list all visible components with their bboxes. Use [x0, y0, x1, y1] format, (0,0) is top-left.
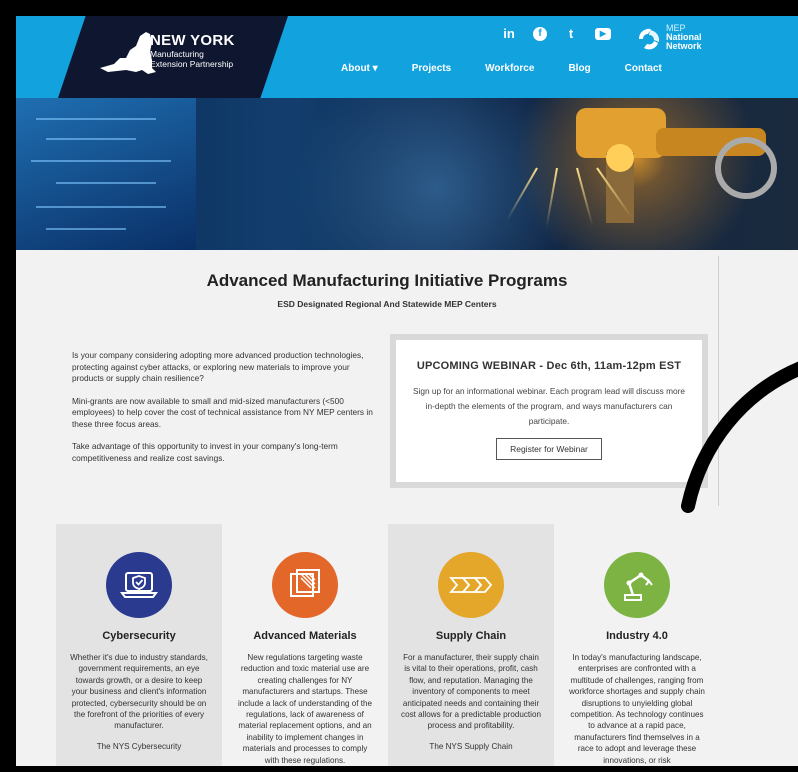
card-cybersecurity[interactable]: Cybersecurity Whether it's due to indust… — [56, 524, 222, 766]
social-links: in f t ▶ — [500, 26, 611, 41]
card-title: Supply Chain — [435, 630, 507, 642]
page-title: Advanced Manufacturing Initiative Progra… — [206, 271, 568, 290]
card-icon-circle — [106, 552, 172, 618]
nav-blog[interactable]: Blog — [568, 63, 590, 74]
card-text: New regulations targeting waste reductio… — [237, 653, 373, 765]
card-icon-circle — [438, 552, 504, 618]
intro-paragraph: Take advantage of this opportunity to in… — [72, 441, 338, 463]
mep-national-network-logo[interactable]: MEP National Network — [636, 24, 716, 54]
card-title: Cybersecurity — [102, 630, 176, 642]
facebook-icon[interactable]: f — [533, 27, 547, 41]
card-title: Advanced Materials — [253, 630, 357, 642]
laptop-shield-icon — [120, 572, 158, 598]
hero-robot-graphic — [576, 108, 777, 223]
arrows-icon — [449, 577, 493, 593]
card-supply-chain[interactable]: Supply Chain For a manufacturer, their s… — [388, 524, 554, 766]
register-webinar-button[interactable]: Register for Webinar — [496, 438, 602, 460]
card-industry-4[interactable]: Industry 4.0 In today's manufacturing la… — [554, 524, 720, 766]
brand-subtitle-line1: Manufacturing — [150, 49, 204, 59]
linkedin-icon[interactable]: in — [500, 26, 518, 41]
main-nav: About ▾ Projects Workforce Blog Contact — [341, 63, 662, 74]
card-text: In today's manufacturing landscape, ente… — [569, 653, 705, 765]
robot-arm-icon — [624, 572, 653, 601]
nav-projects[interactable]: Projects — [412, 63, 451, 74]
new-york-state-icon[interactable] — [96, 28, 158, 78]
card-advanced-materials[interactable]: Advanced Materials New regulations targe… — [222, 524, 388, 766]
materials-icon — [290, 569, 320, 597]
card-text-continued: The NYS Supply Chain — [429, 741, 513, 751]
card-text-continued: The NYS Cybersecurity — [96, 741, 182, 751]
nav-contact[interactable]: Contact — [625, 63, 662, 74]
nav-workforce[interactable]: Workforce — [485, 63, 534, 74]
card-icon-circle — [604, 552, 670, 618]
webinar-description: Sign up for an informational webinar. Ea… — [412, 386, 686, 426]
youtube-icon[interactable]: ▶ — [595, 28, 611, 40]
mep-logo-icon — [639, 28, 660, 50]
brand-subtitle: Manufacturing Extension Partnership — [150, 49, 270, 69]
mep-line2: Network — [666, 41, 702, 51]
card-icon-circle — [272, 552, 338, 618]
card-text: For a manufacturer, their supply chain i… — [401, 653, 541, 731]
brand-subtitle-line2: Extension Partnership — [150, 59, 234, 69]
hero-monitor-graphic — [16, 98, 196, 250]
page-subtitle: ESD Designated Regional And Statewide ME… — [277, 299, 497, 309]
brand-title[interactable]: NEW YORK — [150, 32, 235, 49]
intro-text: Is your company considering adopting mor… — [72, 350, 382, 475]
twitter-icon[interactable]: t — [562, 26, 580, 41]
card-title: Industry 4.0 — [606, 630, 668, 642]
mep-text: MEP National Network — [666, 24, 702, 51]
intro-paragraph: Is your company considering adopting mor… — [72, 350, 364, 383]
nav-about[interactable]: About ▾ — [341, 63, 378, 74]
site-header: NEW YORK Manufacturing Extension Partner… — [16, 16, 798, 98]
page: NEW YORK Manufacturing Extension Partner… — [16, 16, 798, 766]
intro-paragraph: Mini-grants are now available to small a… — [72, 395, 373, 429]
card-text: Whether it's due to industry standards, … — [70, 653, 208, 731]
hero-image — [16, 98, 798, 250]
